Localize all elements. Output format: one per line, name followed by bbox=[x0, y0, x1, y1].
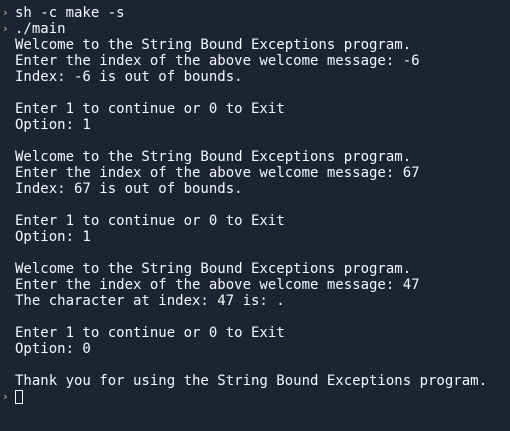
output-line: Option: 1 bbox=[15, 117, 91, 133]
text-cursor-icon bbox=[15, 390, 23, 404]
output-line: Option: 1 bbox=[15, 229, 91, 245]
prompt-chevron-icon: › bbox=[2, 390, 9, 403]
output-line: Thank you for using the String Bound Exc… bbox=[15, 373, 488, 389]
output-line: Welcome to the String Bound Exceptions p… bbox=[15, 37, 412, 53]
output-line: Index: 67 is out of bounds. bbox=[15, 181, 243, 197]
output-line: The character at index: 47 is: . bbox=[15, 293, 285, 309]
output-line: Enter the index of the above welcome mes… bbox=[15, 53, 420, 69]
output-line: Enter 1 to continue or 0 to Exit bbox=[15, 213, 285, 229]
prompt-chevron-icon: › bbox=[2, 6, 9, 19]
output-line: Enter the index of the above welcome mes… bbox=[15, 165, 420, 181]
terminal-output[interactable]: › sh -c make -s › ./main Welcome to the St… bbox=[0, 0, 510, 431]
prompt-chevron-icon: › bbox=[2, 22, 9, 35]
command-text: sh -c make -s bbox=[15, 5, 125, 21]
output-line: Enter 1 to continue or 0 to Exit bbox=[15, 101, 285, 117]
command-line: › sh -c make -s bbox=[2, 5, 510, 21]
output-line: Enter the index of the above welcome mes… bbox=[15, 277, 420, 293]
command-line: › ./main bbox=[2, 21, 510, 37]
output-line: Enter 1 to continue or 0 to Exit bbox=[15, 325, 285, 341]
command-text: ./main bbox=[15, 21, 66, 37]
output-line: Welcome to the String Bound Exceptions p… bbox=[15, 261, 412, 277]
output-line: Welcome to the String Bound Exceptions p… bbox=[15, 149, 412, 165]
output-line: Index: -6 is out of bounds. bbox=[15, 69, 243, 85]
input-prompt-line[interactable]: › bbox=[2, 389, 510, 405]
output-line: Option: 0 bbox=[15, 341, 91, 357]
